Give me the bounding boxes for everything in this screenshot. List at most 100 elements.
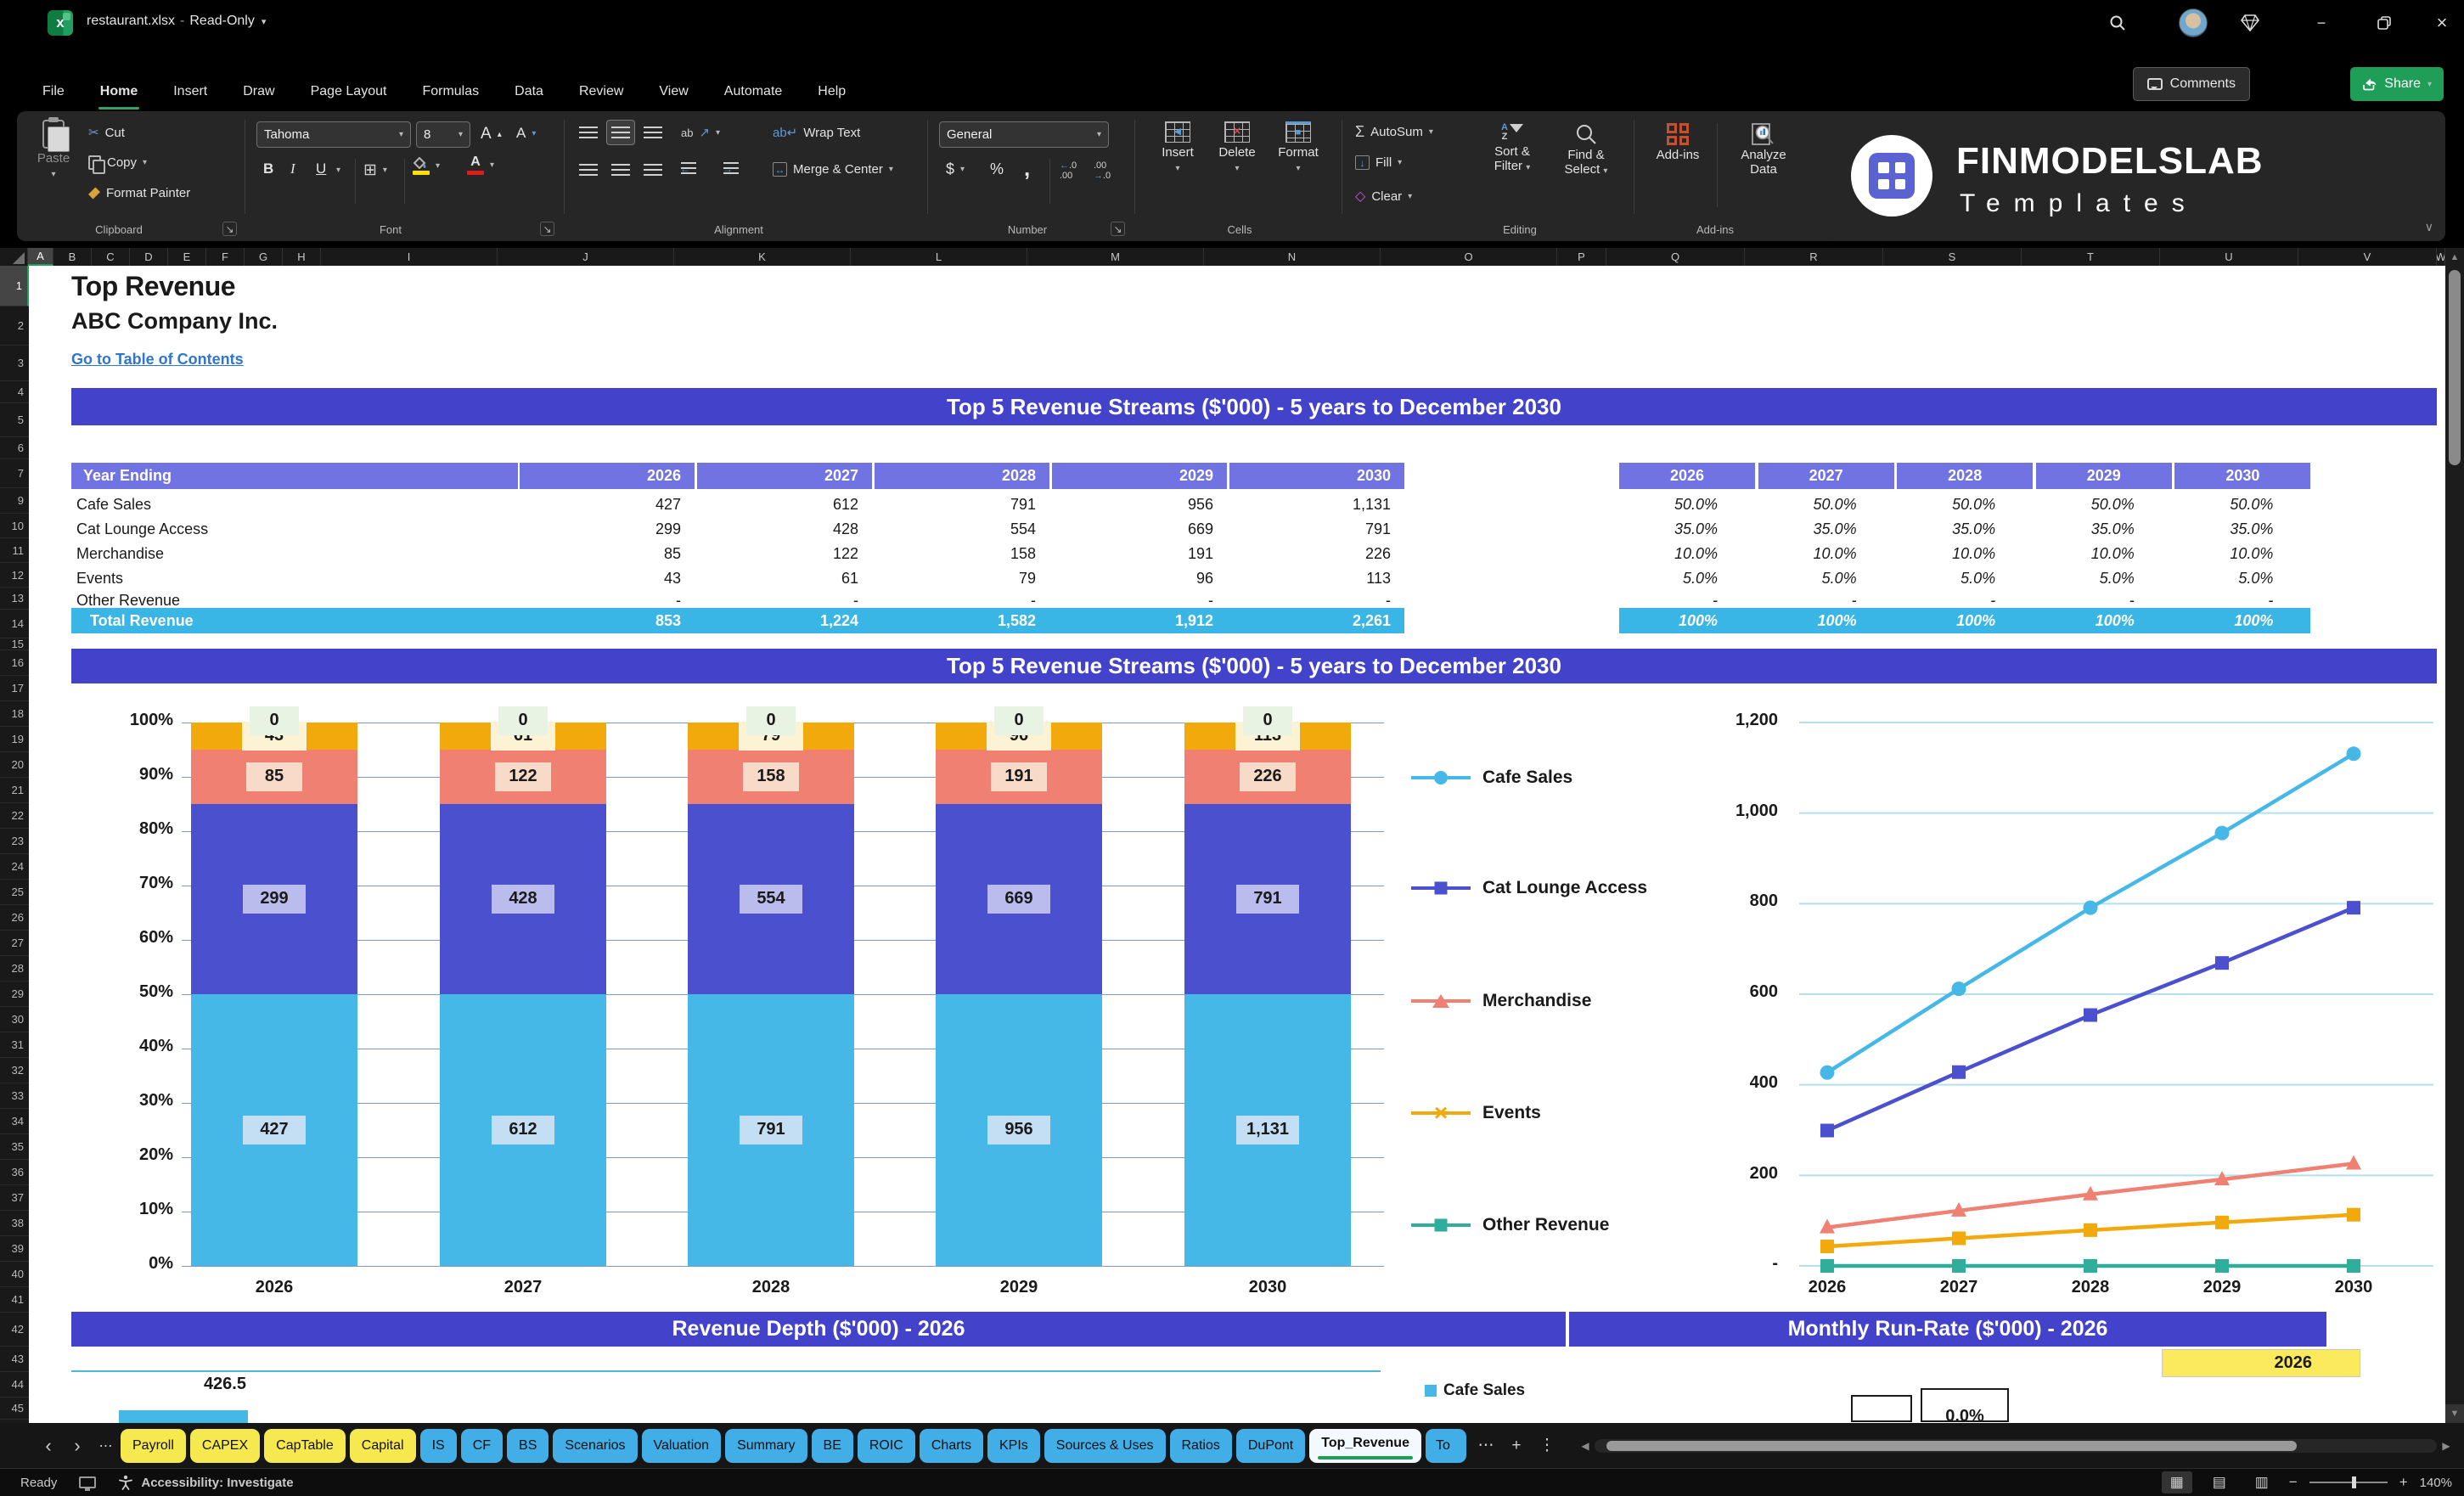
- tabs-next-button[interactable]: ›: [63, 1435, 92, 1457]
- row-header-27[interactable]: 27: [0, 931, 29, 956]
- sheet-tab-bs[interactable]: BS: [507, 1429, 548, 1463]
- row-header-41[interactable]: 41: [0, 1287, 29, 1313]
- close-button[interactable]: ×: [2425, 10, 2459, 36]
- underline-button[interactable]: U: [316, 160, 326, 177]
- column-header-T[interactable]: T: [2022, 248, 2160, 266]
- column-header-P[interactable]: P: [1557, 248, 1606, 266]
- pct-cell[interactable]: 10.0%: [2036, 543, 2172, 565]
- value-cell[interactable]: 113: [1229, 567, 1404, 589]
- value-cell[interactable]: 158: [875, 543, 1049, 565]
- sort-filter-button[interactable]: AZ Sort &Filter ▾: [1479, 123, 1545, 173]
- menu-tab-formulas[interactable]: Formulas: [420, 79, 481, 104]
- pct-cell[interactable]: 5.0%: [2036, 567, 2172, 589]
- vertical-scrollbar[interactable]: ▲ ▼: [2445, 248, 2464, 1423]
- currency-format-button[interactable]: $▾: [946, 160, 965, 178]
- page-break-view-button[interactable]: ▥: [2247, 1471, 2277, 1493]
- zoom-in-button[interactable]: +: [2399, 1474, 2408, 1491]
- row-header-5[interactable]: 5: [0, 403, 29, 437]
- paste-button[interactable]: Paste ▾: [29, 120, 78, 179]
- italic-button[interactable]: I: [290, 160, 295, 177]
- row-header-24[interactable]: 24: [0, 854, 29, 880]
- orientation-button[interactable]: ab ↗ ▾: [681, 125, 720, 140]
- addins-button[interactable]: Add-ins: [1647, 123, 1708, 163]
- menu-tab-automate[interactable]: Automate: [723, 79, 784, 104]
- value-cell[interactable]: 612: [697, 493, 872, 515]
- align-bottom-button[interactable]: [639, 120, 667, 145]
- align-left-button[interactable]: [574, 157, 603, 183]
- sheet-tab-captable[interactable]: CapTable: [264, 1429, 346, 1463]
- font-dialog-launcher[interactable]: ↘: [540, 222, 554, 236]
- menu-tab-review[interactable]: Review: [577, 79, 625, 104]
- collapse-ribbon-chevron[interactable]: ∨: [2425, 220, 2433, 234]
- row-header-20[interactable]: 20: [0, 752, 29, 778]
- merge-center-button[interactable]: ↔ Merge & Center ▾: [773, 162, 893, 177]
- column-header-S[interactable]: S: [1883, 248, 2022, 266]
- underline-dropdown[interactable]: ▾: [336, 166, 340, 175]
- sheet-tab-to[interactable]: To: [1426, 1429, 1466, 1463]
- find-select-button[interactable]: Find &Select ▾: [1552, 123, 1620, 177]
- row-header-6[interactable]: 6: [0, 437, 29, 459]
- column-header-O[interactable]: O: [1381, 248, 1557, 266]
- zoom-slider[interactable]: [2309, 1482, 2388, 1483]
- row-header-34[interactable]: 34: [0, 1109, 29, 1134]
- decrease-font-button[interactable]: A▾: [516, 125, 536, 142]
- runrate-year-cell[interactable]: 2026: [2162, 1349, 2360, 1377]
- sheet-tab-sources-uses[interactable]: Sources & Uses: [1044, 1429, 1166, 1463]
- zoom-out-button[interactable]: −: [2289, 1474, 2298, 1491]
- select-all-corner[interactable]: [0, 248, 28, 266]
- column-header-I[interactable]: I: [321, 248, 498, 266]
- tabs-prev-button[interactable]: ‹: [34, 1435, 63, 1457]
- tabs-more-button[interactable]: ⋯: [92, 1437, 121, 1454]
- sheet-tab-capex[interactable]: CAPEX: [190, 1429, 260, 1463]
- legend-item-merchandise[interactable]: Merchandise: [1411, 986, 1591, 1016]
- row-header-23[interactable]: 23: [0, 829, 29, 854]
- row-header-10[interactable]: 10: [0, 514, 29, 538]
- borders-button[interactable]: ⊞▾: [363, 160, 387, 180]
- row-header-44[interactable]: 44: [0, 1372, 29, 1398]
- pct-cell[interactable]: 35.0%: [2036, 518, 2172, 540]
- column-header-L[interactable]: L: [851, 248, 1027, 266]
- column-header-G[interactable]: G: [245, 248, 283, 266]
- decrease-indent-button[interactable]: ←: [681, 162, 690, 175]
- pct-cell[interactable]: 50.0%: [2036, 493, 2172, 515]
- row-label[interactable]: Cafe Sales: [76, 493, 501, 515]
- pct-cell[interactable]: 50.0%: [1897, 493, 2033, 515]
- value-cell[interactable]: 61: [697, 567, 872, 589]
- number-dialog-launcher[interactable]: ↘: [1111, 222, 1125, 236]
- sheet-tab-ratios[interactable]: Ratios: [1170, 1429, 1232, 1463]
- row-header-33[interactable]: 33: [0, 1083, 29, 1109]
- row-header-28[interactable]: 28: [0, 956, 29, 981]
- column-header-H[interactable]: H: [283, 248, 321, 266]
- value-cell[interactable]: 122: [697, 543, 872, 565]
- fill-button[interactable]: ↓ Fill▾: [1355, 155, 1402, 170]
- pct-cell[interactable]: 10.0%: [1897, 543, 2033, 565]
- vertical-scroll-thumb[interactable]: [2449, 270, 2461, 465]
- value-cell[interactable]: 191: [1052, 543, 1227, 565]
- legend-item-events[interactable]: ×Events: [1411, 1098, 1541, 1128]
- wrap-text-button[interactable]: ab↵ Wrap Text: [773, 125, 860, 140]
- sheet-tab-valuation[interactable]: Valuation: [642, 1429, 722, 1463]
- value-cell[interactable]: 791: [1229, 518, 1404, 540]
- chevron-down-icon[interactable]: ▾: [262, 17, 267, 27]
- display-settings-icon[interactable]: [79, 1476, 96, 1488]
- comments-button[interactable]: Comments: [2133, 67, 2250, 101]
- row-header-40[interactable]: 40: [0, 1262, 29, 1287]
- column-header-J[interactable]: J: [498, 248, 674, 266]
- row-label[interactable]: Events: [76, 567, 501, 589]
- delete-cells-button[interactable]: × Delete▾: [1209, 121, 1265, 173]
- row-header-45[interactable]: 45: [0, 1398, 29, 1420]
- font-color-button[interactable]: A ▾: [467, 155, 494, 175]
- avatar[interactable]: [2179, 8, 2208, 37]
- row-header-15[interactable]: 15: [0, 638, 29, 650]
- scroll-down-icon[interactable]: ▼: [2445, 1404, 2464, 1423]
- menu-tab-draw[interactable]: Draw: [241, 79, 276, 104]
- row-header-32[interactable]: 32: [0, 1058, 29, 1083]
- row-header-11[interactable]: 11: [0, 538, 29, 563]
- value-cell[interactable]: 956: [1052, 493, 1227, 515]
- row-header-16[interactable]: 16: [0, 650, 29, 676]
- percent-format-button[interactable]: %: [990, 160, 1004, 178]
- row-header-39[interactable]: 39: [0, 1236, 29, 1262]
- tab-options-button[interactable]: ⋮: [1532, 1436, 1562, 1455]
- pct-cell[interactable]: 50.0%: [2174, 493, 2310, 515]
- column-header-V[interactable]: V: [2298, 248, 2437, 266]
